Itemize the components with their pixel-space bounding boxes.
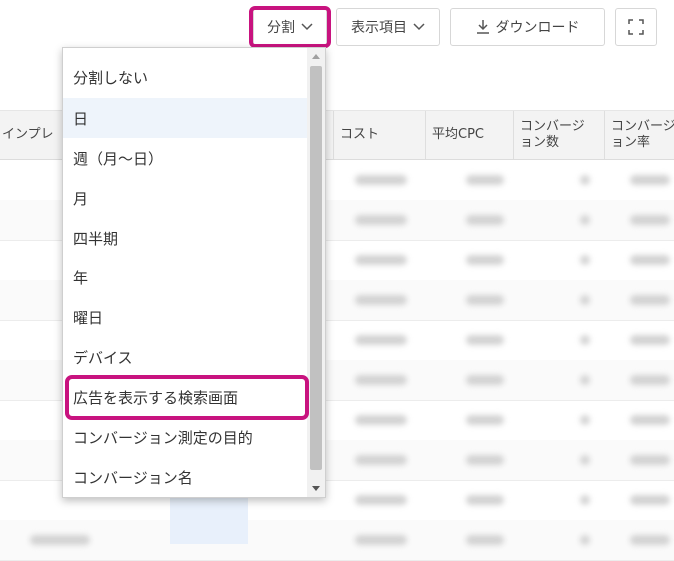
split-dropdown-menu: 分割しない 日 週（月〜日） 月 四半期 年 曜日 デバイス 広告を表示する検索… (62, 47, 326, 498)
fullscreen-button[interactable] (615, 8, 657, 46)
menu-item-weekday[interactable]: 曜日 (63, 297, 307, 337)
download-icon (476, 20, 489, 34)
menu-item-no-split[interactable]: 分割しない (63, 57, 307, 97)
menu-item-week[interactable]: 週（月〜日） (63, 138, 307, 178)
table-row[interactable] (0, 520, 674, 561)
menu-item-day[interactable]: 日 (63, 98, 307, 138)
menu-scrollbar[interactable] (307, 48, 325, 497)
header-conversion-rate[interactable]: コンバージ ョン率 (611, 111, 674, 159)
menu-item-year[interactable]: 年 (63, 257, 307, 297)
header-conversions[interactable]: コンバージ ョン数 (520, 111, 602, 159)
menu-item-month[interactable]: 月 (63, 178, 307, 218)
download-button[interactable]: ダウンロード (450, 8, 605, 46)
split-button-highlight (249, 6, 331, 48)
header-cost[interactable]: コスト (340, 111, 420, 159)
chevron-down-icon (413, 23, 425, 31)
column-divider (513, 111, 514, 159)
scroll-up-icon[interactable] (312, 54, 320, 59)
columns-button-label: 表示項目 (351, 20, 407, 36)
menu-item-device[interactable]: デバイス (63, 337, 307, 377)
columns-button[interactable]: 表示項目 (336, 8, 440, 46)
header-impressions[interactable]: インプレ (2, 111, 62, 159)
fullscreen-icon (628, 19, 644, 35)
menu-item-quarter[interactable]: 四半期 (63, 218, 307, 258)
scroll-thumb[interactable] (310, 66, 322, 470)
column-divider (604, 111, 605, 159)
column-divider (425, 111, 426, 159)
scroll-down-icon[interactable] (312, 486, 320, 491)
header-avg-cpc[interactable]: 平均CPC (432, 111, 512, 159)
menu-item-conversion-goal[interactable]: コンバージョン測定の目的 (63, 417, 307, 457)
download-button-label: ダウンロード (495, 20, 580, 36)
menu-item-highlight (65, 375, 309, 420)
column-divider (333, 111, 334, 159)
menu-item-conversion-name[interactable]: コンバージョン名 (63, 457, 307, 497)
